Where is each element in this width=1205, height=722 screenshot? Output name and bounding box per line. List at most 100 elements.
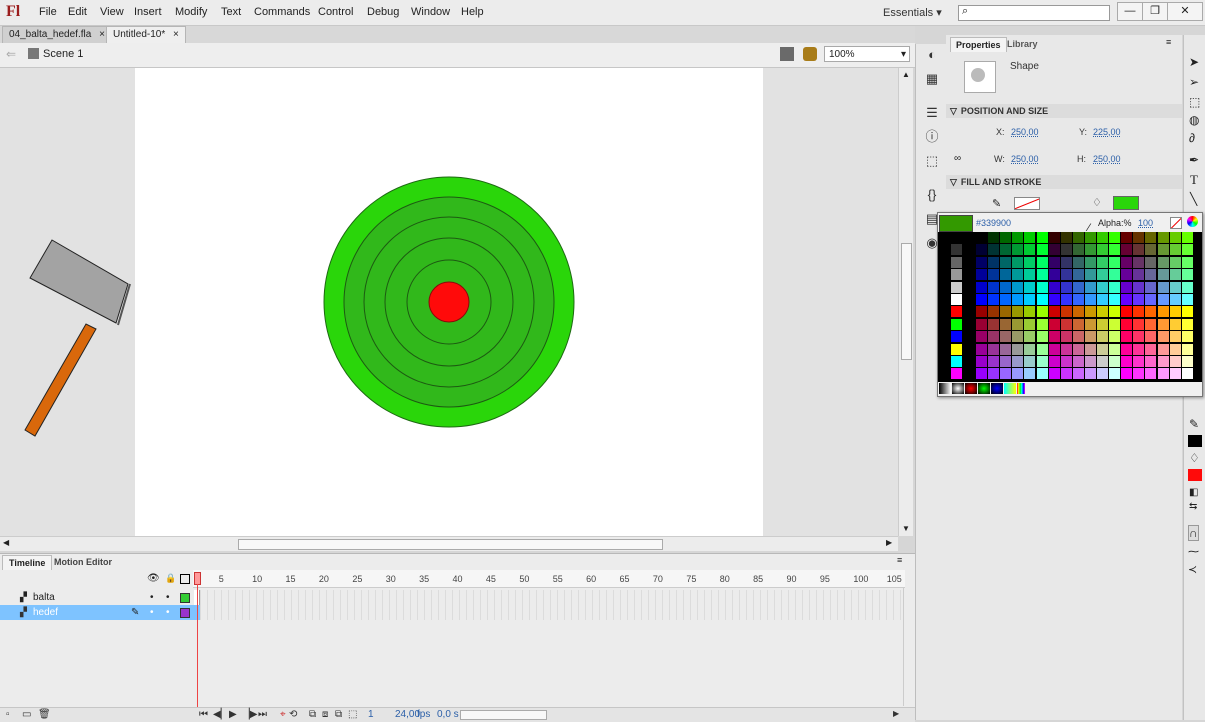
swatch-cell[interactable]: [976, 306, 987, 318]
swatch-cell[interactable]: [1084, 294, 1096, 305]
swatch-cell[interactable]: [988, 232, 1000, 243]
new-layer-icon[interactable]: ▫: [6, 709, 10, 720]
swatch-cell[interactable]: [1157, 269, 1169, 281]
swatch-cell[interactable]: [1036, 318, 1048, 330]
swatch-cell[interactable]: [1048, 232, 1060, 243]
loop-icon[interactable]: ⟲: [289, 709, 297, 720]
swatch-cell[interactable]: [1084, 244, 1096, 256]
swatch-cell[interactable]: [1072, 331, 1084, 343]
swatch-cell[interactable]: [1121, 331, 1133, 343]
swatch-cell[interactable]: [1181, 294, 1193, 305]
scroll-down-icon[interactable]: ▼: [902, 524, 910, 533]
close-icon[interactable]: ×: [99, 29, 105, 40]
swatch-cell[interactable]: [1036, 294, 1048, 305]
axe-symbol[interactable]: [24, 239, 131, 437]
swatch-cell[interactable]: [1121, 232, 1133, 243]
go-to-last-frame-icon[interactable]: ⏭: [258, 709, 267, 720]
swatch-cell[interactable]: [976, 256, 987, 268]
gradient-swatch-bw[interactable]: [939, 383, 951, 394]
eye-icon[interactable]: 👁: [147, 573, 160, 584]
swatch-cell[interactable]: [1024, 294, 1036, 305]
swatch-cell[interactable]: [1121, 244, 1133, 256]
lock-dot[interactable]: •: [166, 590, 170, 605]
swatch-cell[interactable]: [1133, 244, 1145, 256]
swatch-cell[interactable]: [951, 331, 962, 343]
swatch-cell[interactable]: [1097, 256, 1108, 268]
swatch-cell[interactable]: [1097, 318, 1108, 330]
swatch-cell[interactable]: [1145, 294, 1157, 305]
swatch-cell[interactable]: [976, 281, 987, 293]
swatch-cell[interactable]: [1109, 232, 1121, 243]
swatch-cell[interactable]: [976, 331, 987, 343]
gradient-swatch-radial-green[interactable]: [978, 383, 990, 394]
play-icon[interactable]: ▶: [229, 709, 237, 720]
swatch-cell[interactable]: [951, 306, 962, 318]
swatch-cell[interactable]: [1072, 343, 1084, 355]
swatch-cell[interactable]: [951, 281, 962, 293]
swatch-cell[interactable]: [976, 294, 987, 305]
swatch-cell[interactable]: [1072, 294, 1084, 305]
swatch-cell[interactable]: [1121, 294, 1133, 305]
delete-layer-icon[interactable]: 🗑: [38, 709, 51, 720]
swatch-cell[interactable]: [1036, 256, 1048, 268]
swatch-cell[interactable]: [1145, 281, 1157, 293]
swatch-cell[interactable]: [1169, 269, 1181, 281]
swatch-cell[interactable]: [1109, 294, 1121, 305]
swatch-cell[interactable]: [1145, 331, 1157, 343]
swatch-cell[interactable]: [1072, 269, 1084, 281]
visibility-dot[interactable]: •: [150, 590, 154, 605]
swatch-cell[interactable]: [1169, 281, 1181, 293]
swatch-cell[interactable]: [1024, 256, 1036, 268]
h-value[interactable]: 250,00: [1093, 154, 1121, 164]
swatch-cell[interactable]: [988, 281, 1000, 293]
swatch-cell[interactable]: [1169, 306, 1181, 318]
swatch-cell[interactable]: [1060, 356, 1072, 367]
center-frame-icon[interactable]: ⌖: [280, 709, 286, 720]
info-icon[interactable]: ⓘ: [924, 130, 940, 144]
swatch-cell[interactable]: [1084, 232, 1096, 243]
tab-04-balta-hedef[interactable]: 04_balta_hedef.fla ×: [2, 26, 112, 43]
swatch-cell[interactable]: [951, 256, 962, 268]
w-value[interactable]: 250,00: [1011, 154, 1039, 164]
swatch-cell[interactable]: [951, 232, 962, 243]
help-search-input[interactable]: ⌕: [958, 5, 1110, 21]
swatch-cell[interactable]: [1084, 331, 1096, 343]
swatch-cell[interactable]: [1072, 306, 1084, 318]
tab-motion-editor[interactable]: Motion Editor: [48, 555, 118, 569]
swatch-cell[interactable]: [1169, 244, 1181, 256]
gradient-swatch-radial-blue[interactable]: [991, 383, 1003, 394]
swatch-cell[interactable]: [1157, 256, 1169, 268]
onion-skin-outlines-icon[interactable]: ⧈: [322, 709, 328, 720]
text-tool-icon[interactable]: T: [1190, 172, 1198, 188]
swatch-cell[interactable]: [1157, 232, 1169, 243]
swatch-cell[interactable]: [1084, 306, 1096, 318]
swatch-cell[interactable]: [1181, 306, 1193, 318]
pencil-tool-icon[interactable]: ✎: [1189, 417, 1199, 431]
swatch-cell[interactable]: [988, 331, 1000, 343]
swatch-cell[interactable]: [1169, 256, 1181, 268]
swatch-cell[interactable]: [1121, 269, 1133, 281]
swatch-cell[interactable]: [1157, 244, 1169, 256]
swatch-cell[interactable]: [1181, 232, 1193, 243]
swatch-cell[interactable]: [1060, 318, 1072, 330]
swatch-cell[interactable]: [1181, 343, 1193, 355]
swatch-cell[interactable]: [1036, 244, 1048, 256]
edit-multiple-frames-icon[interactable]: ⧉: [335, 709, 342, 720]
swatch-cell[interactable]: [1036, 306, 1048, 318]
swatch-cell[interactable]: [1121, 318, 1133, 330]
swatch-cell[interactable]: [1024, 343, 1036, 355]
fill-stroke-header[interactable]: ▽ FILL AND STROKE: [946, 175, 1182, 189]
swatch-cell[interactable]: [1000, 269, 1012, 281]
menu-help[interactable]: Help: [461, 6, 484, 18]
swatch-cell[interactable]: [988, 368, 1000, 380]
fill-color-tool[interactable]: [1188, 469, 1202, 481]
3d-rotation-icon[interactable]: ◍: [1189, 113, 1199, 127]
swatch-cell[interactable]: [1072, 232, 1084, 243]
panel-menu-icon[interactable]: ≡: [1166, 37, 1171, 47]
swatch-cell[interactable]: [1036, 356, 1048, 367]
gradient-swatch-rainbow[interactable]: [1017, 383, 1025, 394]
step-back-icon[interactable]: ◀▏: [213, 709, 228, 720]
swatch-cell[interactable]: [1000, 244, 1012, 256]
swatch-cell[interactable]: [1109, 244, 1121, 256]
tab-properties[interactable]: Properties: [950, 37, 1007, 52]
